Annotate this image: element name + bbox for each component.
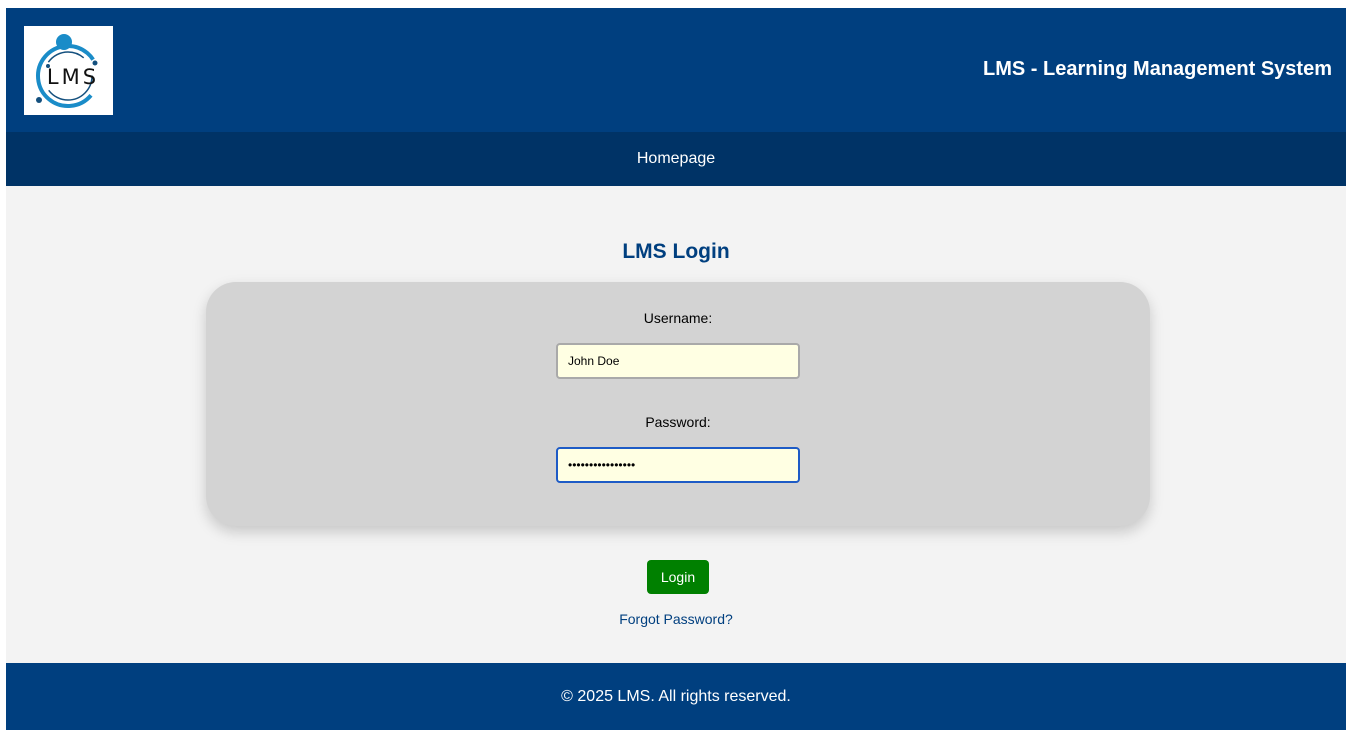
main-navigation: Homepage — [6, 132, 1346, 186]
forgot-password-link[interactable]: Forgot Password? — [6, 611, 1346, 627]
lms-logo: LMS — [24, 26, 113, 115]
username-input[interactable] — [556, 343, 800, 379]
logo-text: LMS — [47, 65, 99, 89]
login-button[interactable]: Login — [647, 560, 709, 594]
site-footer: © 2025 LMS. All rights reserved. — [6, 663, 1346, 730]
login-form: Username: Password: — [206, 282, 1150, 526]
nav-homepage-link[interactable]: Homepage — [637, 150, 715, 168]
site-header: LMS LMS - Learning Management System — [6, 8, 1346, 132]
username-label: Username: — [643, 310, 713, 326]
password-label: Password: — [645, 414, 711, 430]
site-title: LMS - Learning Management System — [983, 58, 1332, 80]
page-frame: LMS LMS - Learning Management System Hom… — [6, 8, 1346, 730]
login-heading: LMS Login — [622, 240, 730, 263]
logo-orbit-icon: LMS — [36, 34, 100, 108]
password-input[interactable] — [556, 447, 800, 483]
footer-copyright: © 2025 LMS. All rights reserved. — [561, 687, 791, 705]
